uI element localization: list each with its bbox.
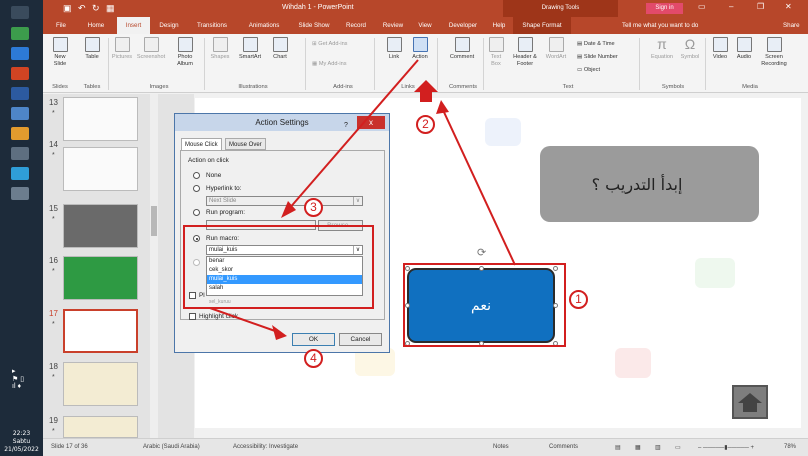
arrow-shape-to-ribbon: [442, 109, 516, 266]
arrow-head: [272, 325, 287, 340]
arrow-head: [436, 100, 449, 114]
arrow-to-ok: [209, 307, 279, 333]
annotation-arrows: [209, 59, 516, 340]
up-arrow-icon: [414, 80, 438, 102]
arrow-action-to-dialog: [287, 59, 419, 211]
